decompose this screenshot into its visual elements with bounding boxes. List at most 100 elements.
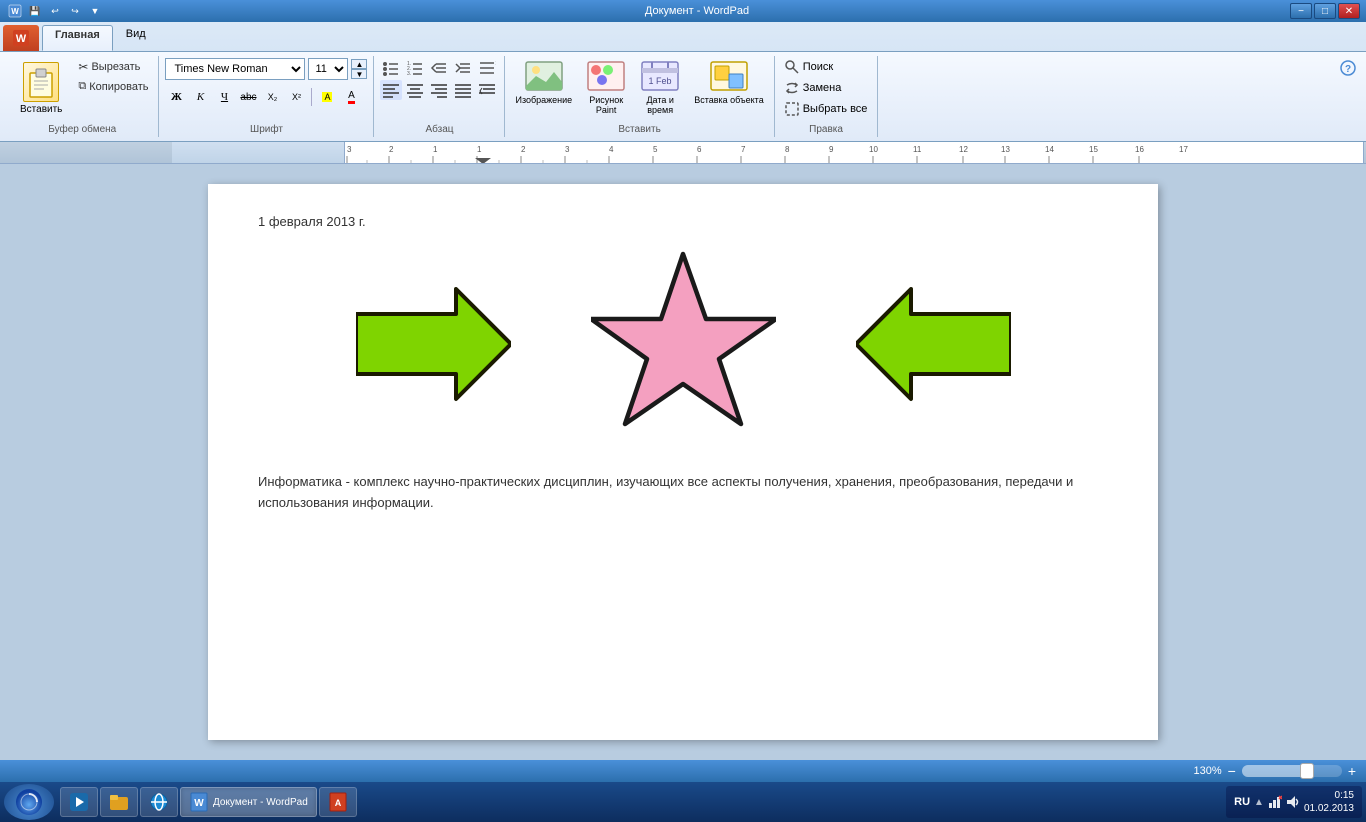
- ribbon: W Главная Вид Вставит: [0, 22, 1366, 142]
- zoom-increase-icon[interactable]: +: [1348, 763, 1356, 779]
- list-numbers-button[interactable]: 1.2.3.: [404, 58, 426, 78]
- strikethrough-button[interactable]: abc: [237, 86, 259, 108]
- network-icon: [1268, 795, 1282, 809]
- arrow-right-svg: [356, 284, 511, 404]
- tab-home[interactable]: Главная: [42, 25, 113, 51]
- object-button[interactable]: Вставка объекта: [690, 58, 768, 107]
- group-paragraph: 1.2.3.: [374, 56, 505, 137]
- svg-text:3.: 3.: [407, 71, 411, 77]
- rtl-button[interactable]: [476, 80, 498, 100]
- document-page: 1 февраля 2013 г. Информати: [208, 184, 1158, 740]
- svg-text:3: 3: [565, 145, 570, 154]
- image-button[interactable]: Изображение: [511, 58, 576, 107]
- save-quick-btn[interactable]: 💾: [26, 3, 44, 19]
- find-button[interactable]: Поиск: [781, 58, 872, 76]
- taskbar-ie-button[interactable]: [140, 787, 178, 817]
- zoom-decrease-icon[interactable]: −: [1228, 763, 1236, 779]
- zoom-slider[interactable]: [1242, 765, 1342, 777]
- svg-text:17: 17: [1179, 145, 1188, 154]
- paint-button[interactable]: Рисунок Paint: [582, 58, 630, 117]
- start-button[interactable]: [4, 784, 54, 820]
- justify-button[interactable]: [452, 80, 474, 100]
- superscript-button[interactable]: X²: [285, 86, 307, 108]
- paste-button[interactable]: Вставить: [12, 58, 70, 119]
- help-button[interactable]: ?: [1336, 56, 1360, 83]
- status-bar: 130% − +: [0, 760, 1366, 782]
- font-size-increase[interactable]: ▲: [351, 59, 367, 69]
- document-area[interactable]: 1 февраля 2013 г. Информати: [0, 164, 1366, 760]
- zoom-value: 130%: [1193, 765, 1221, 777]
- datetime-button[interactable]: 1 Feb Дата и время: [636, 58, 684, 117]
- taskbar-dictionary-button[interactable]: A: [319, 787, 357, 817]
- replace-button[interactable]: Замена: [781, 79, 872, 97]
- underline-button[interactable]: Ч: [213, 86, 235, 108]
- tab-view[interactable]: Вид: [114, 25, 158, 51]
- italic-button[interactable]: К: [189, 86, 211, 108]
- svg-text:8: 8: [785, 145, 790, 154]
- font-size-select[interactable]: 11: [308, 58, 348, 80]
- ruler: 3 2 1 1 2 3 4 5 6 7 8 9 10 11 12 13 14 1…: [0, 142, 1366, 164]
- tray-time-value: 0:15: [1304, 789, 1354, 802]
- cut-button[interactable]: ✂ Вырезать: [74, 58, 152, 76]
- arrow-right-shape: [356, 284, 511, 407]
- ruler-body: 3 2 1 1 2 3 4 5 6 7 8 9 10 11 12 13 14 1…: [344, 142, 1364, 163]
- close-button[interactable]: ✕: [1338, 3, 1360, 19]
- zoom-slider-thumb[interactable]: [1300, 763, 1314, 779]
- system-tray: RU ▲ 0:15 01.02.2013: [1226, 786, 1362, 818]
- zoom-control: 130% − +: [1193, 763, 1356, 779]
- indent-decrease-button[interactable]: [428, 58, 450, 78]
- shapes-area: [258, 249, 1108, 442]
- align-center-button[interactable]: [404, 80, 426, 100]
- bold-button[interactable]: Ж: [165, 86, 187, 108]
- paint-label: Рисунок Paint: [589, 95, 623, 115]
- divider: [311, 88, 312, 106]
- svg-text:1: 1: [433, 145, 438, 154]
- subscript-button[interactable]: X₂: [261, 86, 283, 108]
- star-shape: [591, 249, 776, 442]
- line-spacing-button[interactable]: [476, 58, 498, 78]
- scissors-icon: ✂: [78, 60, 88, 74]
- ribbon-spacer: [878, 56, 1336, 137]
- svg-text:14: 14: [1045, 145, 1054, 154]
- quick-access-dropdown[interactable]: ▼: [86, 3, 104, 19]
- svg-text:5: 5: [653, 145, 658, 154]
- svg-text:7: 7: [741, 145, 746, 154]
- taskbar-folder-button[interactable]: [100, 787, 138, 817]
- para-row-1: 1.2.3.: [380, 58, 498, 78]
- minimize-button[interactable]: −: [1290, 3, 1312, 19]
- size-increment-buttons: ▲ ▼: [351, 59, 367, 79]
- list-bullets-button[interactable]: [380, 58, 402, 78]
- align-right-button[interactable]: [428, 80, 450, 100]
- title-bar: W 💾 ↩ ↪ ▼ Документ - WordPad − □ ✕: [0, 0, 1366, 22]
- indent-increase-button[interactable]: [452, 58, 474, 78]
- tray-up-icon[interactable]: ▲: [1254, 797, 1264, 808]
- taskbar: W Документ - WordPad A RU ▲ 0:15 01.02.2…: [0, 782, 1366, 822]
- align-left-button[interactable]: [380, 80, 402, 100]
- svg-text:10: 10: [869, 145, 878, 154]
- svg-text:11: 11: [913, 145, 922, 154]
- font-size-decrease[interactable]: ▼: [351, 69, 367, 79]
- redo-quick-btn[interactable]: ↪: [66, 3, 84, 19]
- ribbon-content: Вставить ✂ Вырезать ⧉ Копировать Буфер о…: [0, 51, 1366, 141]
- tray-date-value: 01.02.2013: [1304, 802, 1354, 815]
- font-family-select[interactable]: Times New Roman: [165, 58, 305, 80]
- maximize-button[interactable]: □: [1314, 3, 1336, 19]
- undo-quick-btn[interactable]: ↩: [46, 3, 64, 19]
- select-all-button[interactable]: Выбрать все: [781, 100, 872, 118]
- edit-content: Поиск Замена Выбрать все: [781, 58, 872, 122]
- group-edit: Поиск Замена Выбрать все Правка: [775, 56, 879, 137]
- highlight-button[interactable]: A: [316, 86, 338, 108]
- clipboard-content: Вставить ✂ Вырезать ⧉ Копировать: [12, 58, 152, 122]
- app-menu-button[interactable]: W: [3, 25, 39, 51]
- group-clipboard: Вставить ✂ Вырезать ⧉ Копировать Буфер о…: [6, 56, 159, 137]
- document-date: 1 февраля 2013 г.: [258, 214, 1108, 229]
- edit-label: Правка: [809, 122, 843, 135]
- font-content: Times New Roman 11 ▲ ▼ Ж К Ч abc X₂: [165, 58, 367, 122]
- taskbar-wordpad-button[interactable]: W Документ - WordPad: [180, 787, 317, 817]
- taskbar-media-button[interactable]: [60, 787, 98, 817]
- arrow-left-svg: [856, 284, 1011, 404]
- paste-label: Вставить: [20, 104, 62, 115]
- svg-text:15: 15: [1089, 145, 1098, 154]
- font-color-button[interactable]: A: [340, 86, 362, 108]
- copy-button[interactable]: ⧉ Копировать: [74, 78, 152, 95]
